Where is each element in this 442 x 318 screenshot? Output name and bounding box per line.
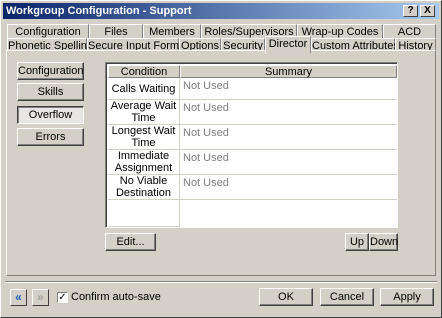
empty-condition-cell[interactable] [108, 200, 180, 227]
summary-cell[interactable]: Not Used [180, 100, 397, 125]
summary-cell[interactable]: Not Used [180, 175, 397, 200]
close-button[interactable]: X [420, 5, 435, 17]
summary-cell[interactable]: Not Used [180, 78, 397, 100]
sidebar-item-configuration[interactable]: Configuration [17, 62, 84, 80]
sidebar-item-skills[interactable]: Skills [17, 83, 84, 101]
summary-cell[interactable]: Not Used [180, 150, 397, 175]
confirm-auto-save-checkbox[interactable]: ✓ [57, 292, 68, 303]
footer-separator [5, 281, 437, 283]
summary-cell[interactable]: Not Used [180, 125, 397, 150]
condition-cell[interactable]: Calls Waiting [108, 78, 180, 100]
director-panel: Configuration Skills Overflow Errors Con… [6, 50, 436, 276]
back-arrow-icon[interactable]: « [10, 289, 27, 306]
window-title: Workgroup Configuration - Support [6, 5, 192, 17]
column-header-summary[interactable]: Summary [180, 65, 397, 78]
tab-acd[interactable]: ACD [383, 24, 436, 39]
tab-files[interactable]: Files [89, 24, 143, 39]
down-button[interactable]: Down [369, 233, 398, 251]
confirm-auto-save-label: Confirm auto-save [71, 291, 161, 303]
sidebar-item-overflow[interactable]: Overflow [17, 106, 84, 124]
forward-arrow-icon[interactable]: » [32, 289, 49, 306]
title-bar: Workgroup Configuration - Support ? X [3, 3, 439, 19]
workgroup-config-window: Workgroup Configuration - Support ? X Co… [0, 0, 442, 318]
help-button[interactable]: ? [403, 5, 418, 17]
condition-cell[interactable]: No Viable Destination [108, 175, 180, 200]
tab-configuration[interactable]: Configuration [7, 24, 89, 39]
apply-button[interactable]: Apply [380, 288, 434, 306]
condition-cell[interactable]: Average Wait Time [108, 100, 180, 125]
condition-cell[interactable]: Immediate Assignment [108, 150, 180, 175]
cancel-button[interactable]: Cancel [320, 288, 374, 306]
ok-button[interactable]: OK [259, 288, 313, 306]
column-header-condition[interactable]: Condition [108, 65, 180, 78]
tab-members[interactable]: Members [143, 24, 201, 39]
sidebar-item-errors[interactable]: Errors [17, 128, 84, 146]
edit-button[interactable]: Edit... [105, 233, 156, 251]
up-button[interactable]: Up [345, 233, 369, 251]
tab-director[interactable]: Director [265, 36, 311, 53]
condition-cell[interactable]: Longest Wait Time [108, 125, 180, 150]
overflow-conditions-grid: Condition Summary Calls Waiting Not Used… [105, 62, 398, 228]
